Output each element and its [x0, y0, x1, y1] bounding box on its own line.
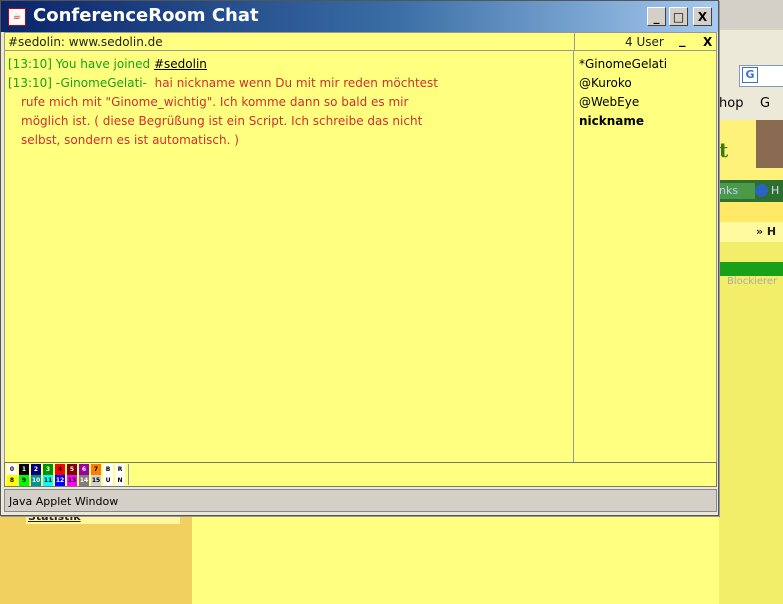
channel-bar: #sedolin: www.sedolin.de 4 User _ X	[4, 32, 717, 51]
window-title: ConferenceRoom Chat	[33, 5, 259, 26]
close-button[interactable]: X	[693, 7, 712, 26]
maximize-button[interactable]: □	[669, 7, 688, 26]
message-timestamp: [13:10]	[8, 57, 52, 71]
color-swatch-7[interactable]: 7	[91, 464, 101, 475]
color-swatch-8[interactable]: 8	[7, 475, 17, 486]
channel-link[interactable]: #sedolin	[154, 57, 207, 71]
background-band	[719, 202, 783, 222]
user-list[interactable]: *GinomeGelati @Kuroko @WebEye nickname	[574, 51, 717, 462]
status-bar: Java Applet Window	[4, 489, 717, 512]
color-swatch-1[interactable]: 1	[19, 464, 29, 475]
color-swatch-13[interactable]: 13	[67, 475, 77, 486]
background-nav-h[interactable]: H	[771, 183, 779, 199]
channel-topic: #sedolin: www.sedolin.de	[8, 35, 163, 49]
globe-icon	[755, 184, 768, 197]
color-swatch-14[interactable]: 14	[79, 475, 89, 486]
java-icon: ☕	[8, 8, 26, 26]
color-swatch-11[interactable]: 11	[43, 475, 53, 486]
color-swatch-5[interactable]: 5	[67, 464, 77, 475]
color-swatch-10[interactable]: 10	[31, 475, 41, 486]
background-photo	[756, 120, 783, 168]
channel-close-button[interactable]: X	[703, 35, 712, 49]
message-line: [13:10] You have joined #sedolin	[8, 55, 563, 74]
color-swatch-12[interactable]: 12	[55, 475, 65, 486]
background-browser-top	[719, 0, 783, 30]
color-swatch-b[interactable]: B	[103, 464, 113, 475]
background-block-text: Blockierer	[727, 276, 778, 287]
channel-divider	[574, 33, 575, 50]
user-list-item[interactable]: @Kuroko	[579, 76, 632, 90]
background-shop-label: hop	[719, 96, 744, 111]
message-nick[interactable]: -GinomeGelati-	[56, 76, 147, 90]
message-input[interactable]	[128, 464, 715, 485]
user-list-item[interactable]: *GinomeGelati	[579, 57, 667, 71]
color-swatch-6[interactable]: 6	[79, 464, 89, 475]
message-text-cont: möglich ist. ( diese Begrüßung ist ein S…	[21, 114, 423, 128]
channel-minimize-button[interactable]: _	[679, 33, 686, 48]
color-palette: 0 1 2 3 4 5 6 7 B R 8 9 10 11 12 13 14 15 U N	[7, 464, 127, 486]
message-text-cont: selbst, sondern es ist automatisch. )	[21, 133, 239, 147]
background-shop-label-2: G	[760, 96, 771, 111]
color-swatch-15[interactable]: 15	[91, 475, 101, 486]
input-row: 0 1 2 3 4 5 6 7 B R 8 9 10 11 12 13 14 15 U N	[4, 462, 717, 487]
color-swatch-4[interactable]: 4	[55, 464, 65, 475]
color-swatch-n[interactable]: N	[115, 475, 125, 486]
background-sidebar	[0, 516, 192, 604]
background-green-bar	[719, 262, 783, 276]
color-swatch-u[interactable]: U	[103, 475, 113, 486]
status-text: Java Applet Window	[9, 495, 119, 508]
color-swatch-0[interactable]: 0	[7, 464, 17, 475]
message-area[interactable]: [13:10] You have joined #sedolin [13:10]…	[4, 51, 574, 462]
color-swatch-3[interactable]: 3	[43, 464, 53, 475]
user-count: 4 User	[625, 35, 664, 49]
background-bar-text[interactable]: » H	[756, 225, 776, 238]
title-bar[interactable]: ☕ ConferenceRoom Chat _ □ X	[1, 1, 718, 32]
google-icon: G	[742, 67, 758, 83]
background-header-letter: t	[719, 138, 729, 162]
chat-window: ☕ ConferenceRoom Chat _ □ X #sedolin: ww…	[0, 0, 719, 516]
color-swatch-r[interactable]: R	[115, 464, 125, 475]
color-swatch-9[interactable]: 9	[19, 475, 29, 486]
message-timestamp: [13:10]	[8, 76, 52, 90]
minimize-button[interactable]: _	[647, 7, 666, 26]
message-line: [13:10] -GinomeGelati- hai nickname wenn…	[8, 74, 563, 150]
user-list-item-self[interactable]: nickname	[579, 114, 644, 128]
background-nav-item[interactable]: nks	[719, 183, 755, 199]
message-text: hai nickname wenn Du mit mir reden möcht…	[154, 76, 438, 90]
user-list-item[interactable]: @WebEye	[579, 95, 639, 109]
color-swatch-2[interactable]: 2	[31, 464, 41, 475]
message-text-cont: rufe mich mit "Ginome_wichtig". Ich komm…	[21, 95, 409, 109]
message-text: You have joined	[55, 57, 151, 71]
